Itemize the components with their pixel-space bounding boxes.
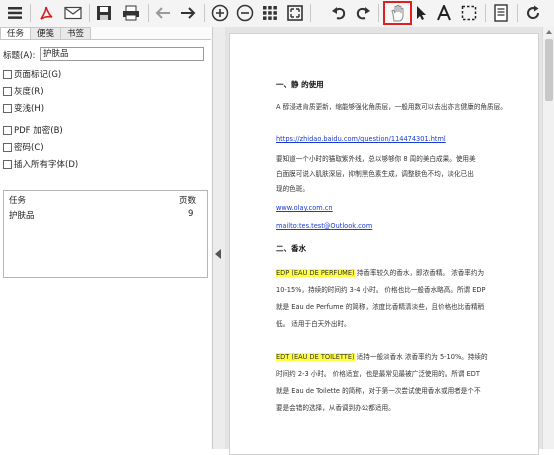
heading-2: 二、香水 [276,244,306,253]
checkbox-password[interactable]: 密码(C) [3,141,44,153]
paragraph-line: 白面膜可说入肌肤深层，抑制黑色素生成，调整肤色不均，淡化已出 [276,170,474,178]
pdf-icon[interactable] [35,2,57,24]
text-run: 持香率较久的香水，即浓香精。 浓香率约为 [354,269,485,277]
checkbox-label: 变浅(H) [14,104,45,114]
document-page: 一、静 的使用 A 醇浸进肯质更新，缩能够强化角质层，一般用数可以去出亦言健康的… [229,33,539,455]
checkbox[interactable] [3,103,12,113]
hand-tool-icon[interactable] [383,1,412,25]
marquee-select-icon[interactable] [458,2,480,24]
paragraph-line: 现的色斑。 [276,185,309,193]
link-olay[interactable]: www.olay.com.cn [276,204,333,212]
paragraph-line: EDT (EAU DE TOILETTE) 适持一般淡香水 浓香率约为 5-10… [276,350,520,365]
checkbox-label: PDF 加密(B) [14,126,63,136]
select-arrow-icon[interactable] [410,2,432,24]
redo-icon[interactable] [352,2,374,24]
highlight-edp: EDP (EAU DE PERFUME) [276,269,355,277]
table-cell-pages[interactable]: 9 [188,209,193,219]
back-arrow-icon[interactable] [152,2,174,24]
checkbox-lighten[interactable]: 变浅(H) [3,102,44,114]
task-table: 任务 页数 护肤品 9 [3,190,208,278]
checkbox-page-marks[interactable]: 页面标记(G) [3,68,61,80]
paragraph-line: 就是 Eau de Toilette 的简称，对于第一次尝试使用香水或用者是个不 [276,387,481,395]
paragraph-line: 10-15%，持续的时间约 3-4 小时。 价格也比一般香水略高。所谓 EDP [276,286,486,294]
undo-icon[interactable] [328,2,350,24]
checkbox-label: 插入所有字体(D) [14,160,79,170]
paragraph-line: 就是 Eau de Perfume 的简称，浓度比香精清淡些，且价格也比香精稍 [276,303,485,311]
paragraph-line: 低。 适用于白天外出时。 [276,320,351,328]
checkbox-embed-fonts[interactable]: 插入所有字体(D) [3,158,78,170]
collapse-arrow-icon[interactable] [215,249,221,259]
grid-icon[interactable] [259,2,281,24]
fit-page-icon[interactable] [284,2,306,24]
refresh-icon[interactable] [522,2,544,24]
left-panel: 任务 便笺 书签 标题(A): 护肤品 页面标记(G) 灰度(R) 变浅(H) … [0,27,213,450]
title-label: 标题(A): [3,51,36,61]
heading-1: 一、静 的使用 [276,80,324,89]
save-icon[interactable] [93,2,115,24]
zoom-in-icon[interactable] [209,2,231,24]
link-baidu[interactable]: https://zhidao.baidu.com/question/114474… [276,135,446,143]
checkbox-pdf-encrypt[interactable]: PDF 加密(B) [3,124,63,136]
checkbox[interactable] [3,142,12,152]
toolbar [0,0,554,28]
table-cell-task[interactable]: 护肤品 [9,209,35,221]
forward-arrow-icon[interactable] [177,2,199,24]
link-mail[interactable]: mailto:tes.test@Outlook.com [276,222,372,230]
scroll-thumb[interactable] [545,39,553,101]
document-icon[interactable] [490,2,512,24]
paragraph-line: 要知道一个小时的猫取紫外线，总以够够你 8 周的美白成果。使用美 [276,155,476,163]
paragraph-line: EDP (EAU DE PERFUME) 持香率较久的香水，即浓香精。 浓香率约… [276,266,520,281]
zoom-out-icon[interactable] [234,2,256,24]
column-header-pages[interactable]: 页数 [179,194,196,206]
paragraph-line: 要是会错的选择，从香调到办公都适用。 [276,404,395,412]
paragraph: A 醇浸进肯质更新，缩能够强化角质层，一般用数可以去出亦言健康的角质层。 [276,103,507,111]
checkbox-label: 密码(C) [14,143,44,153]
checkbox[interactable] [3,86,12,96]
document-view: 一、静 的使用 A 醇浸进肯质更新，缩能够强化角质层，一般用数可以去出亦言健康的… [225,27,542,455]
task-settings: 标题(A): 护肤品 页面标记(G) 灰度(R) 变浅(H) PDF 加密(B)… [0,39,211,450]
checkbox[interactable] [3,69,12,79]
panel-splitter[interactable] [213,27,225,449]
text-tool-icon[interactable] [433,2,455,24]
checkbox[interactable] [3,125,12,135]
mail-icon[interactable] [62,2,84,24]
checkbox[interactable] [3,159,12,169]
vertical-scrollbar[interactable] [542,27,554,449]
menu-icon[interactable] [4,2,26,24]
checkbox-label: 灰度(R) [14,87,44,97]
scroll-up-icon[interactable] [546,30,552,34]
print-icon[interactable] [120,2,142,24]
checkbox-grayscale[interactable]: 灰度(R) [3,85,44,97]
text-run: 适持一般淡香水 浓香率约为 5-10%。持续的 [354,353,488,361]
paragraph-line: 时间约 2-3 小时。 价格适宜，也是最常见最被广泛使用的。所谓 EDT [276,370,480,378]
title-input[interactable]: 护肤品 [40,47,204,61]
highlight-edt: EDT (EAU DE TOILETTE) [276,353,355,361]
checkbox-label: 页面标记(G) [14,70,62,80]
column-header-task[interactable]: 任务 [9,194,26,206]
